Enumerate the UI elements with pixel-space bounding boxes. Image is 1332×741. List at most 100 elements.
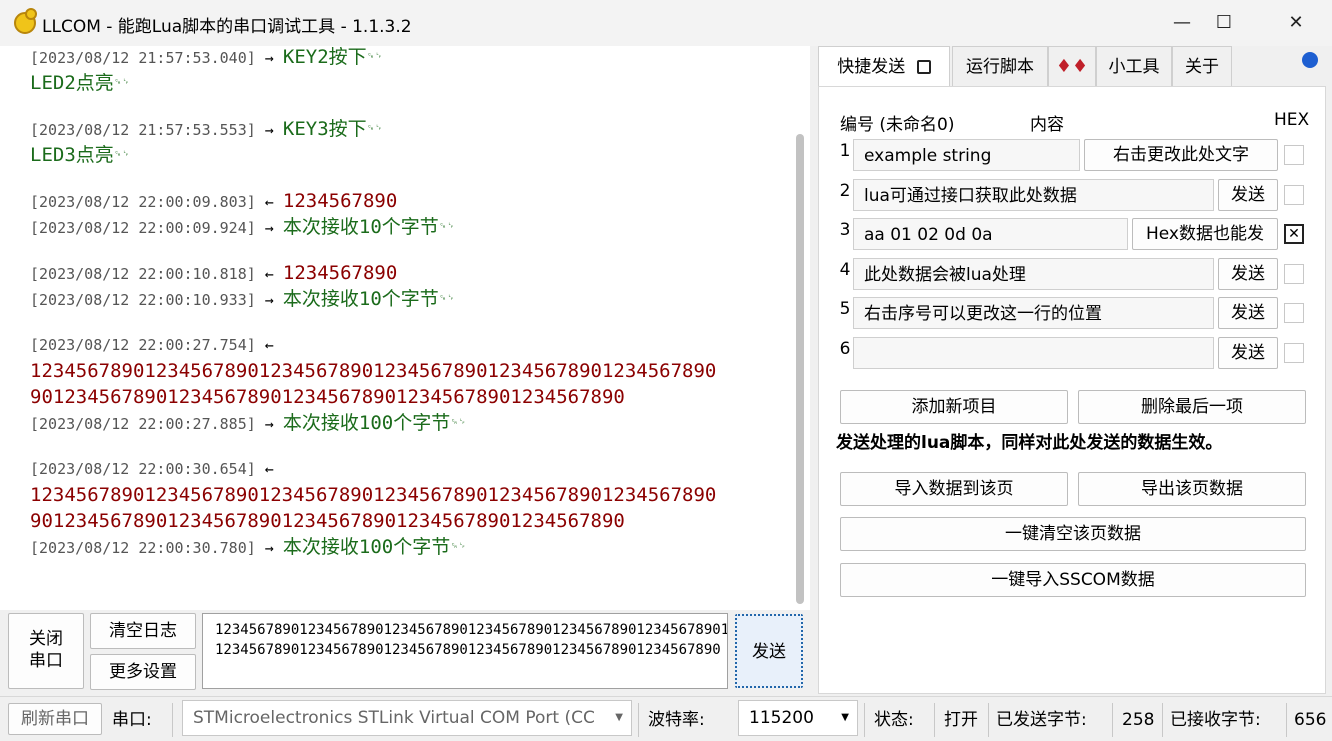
quick-send-button[interactable]: Hex数据也能发 <box>1132 218 1278 250</box>
log-message: 1234567890123456789012345678901234567890… <box>30 484 717 506</box>
log-area[interactable]: [2023/08/12 21:57:53.040] → KEY2按下␍␊ LED2… <box>0 46 810 610</box>
log-direction: ← <box>255 265 283 283</box>
hex-checkbox[interactable] <box>1284 185 1304 205</box>
hex-checkbox[interactable] <box>1284 264 1304 284</box>
quick-send-content[interactable]: 此处数据会被lua处理 <box>853 258 1214 290</box>
log-direction: ← <box>255 336 274 354</box>
log-line: [2023/08/12 22:00:30.654] ← <box>30 456 800 482</box>
row-number[interactable]: 5 <box>838 299 852 319</box>
status-bar: 刷新串口 串口: STMicroelectronics STLink Virtu… <box>0 696 1332 741</box>
close-button[interactable]: ✕ <box>1266 0 1326 46</box>
quick-send-button[interactable]: 发送 <box>1218 258 1278 290</box>
close-port-button[interactable]: 关闭 串口 <box>8 613 84 689</box>
separator <box>988 703 989 737</box>
header-id: 编号 (未命名0) <box>840 115 955 135</box>
quick-send-button[interactable]: 发送 <box>1218 179 1278 211</box>
log-line: [2023/08/12 21:57:53.040] → KEY2按下␍␊ <box>30 46 800 70</box>
crlf-icon: ␍␊ <box>366 123 383 134</box>
maximize-button[interactable]: ☐ <box>1194 0 1254 46</box>
baud-select[interactable]: 115200 ▼ <box>738 700 858 736</box>
send-input[interactable]: 1234567890123456789012345678901234567890… <box>202 613 728 689</box>
log-line: 1234567890123456789012345678901234567890… <box>30 482 800 508</box>
state-label: 状态: <box>874 710 914 730</box>
quick-send-content[interactable]: example string <box>853 139 1080 171</box>
state-value: 打开 <box>944 710 978 730</box>
log-line: 1234567890123456789012345678901234567890… <box>30 358 800 384</box>
clear-log-button[interactable]: 清空日志 <box>90 613 196 649</box>
quick-send-button[interactable]: 发送 <box>1218 337 1278 369</box>
log-direction: → <box>255 219 283 237</box>
sent-bytes-label: 已发送字节: <box>996 710 1087 730</box>
log-message: KEY2按下 <box>282 46 367 68</box>
port-select[interactable]: STMicroelectronics STLink Virtual COM Po… <box>182 700 632 736</box>
log-timestamp: [2023/08/12 22:00:27.754] <box>30 336 256 354</box>
log-message: 9012345678901234567890123456789012345678… <box>30 510 625 532</box>
log-line: [2023/08/12 22:00:30.780] → 本次接收100个字节␍␊ <box>30 534 800 560</box>
row-number[interactable]: 6 <box>838 339 852 359</box>
log-direction: ← <box>255 460 274 478</box>
lua-note: 发送处理的lua脚本，同样对此处发送的数据生效。 <box>836 433 1223 453</box>
log-timestamp: [2023/08/12 22:00:30.654] <box>30 460 256 478</box>
send-button[interactable]: 发送 <box>735 614 803 688</box>
log-message: 本次接收100个字节 <box>282 536 451 558</box>
log-scrollbar[interactable] <box>796 134 804 604</box>
separator <box>638 703 639 737</box>
import-sscom-button[interactable]: 一键导入SSCOM数据 <box>840 563 1306 597</box>
log-gap <box>30 436 800 456</box>
row-number[interactable]: 1 <box>838 141 852 161</box>
log-direction: → <box>255 49 283 67</box>
hex-checkbox[interactable]: ✕ <box>1284 224 1304 244</box>
tab-quick-send[interactable]: 快捷发送 <box>818 46 950 88</box>
port-value: STMicroelectronics STLink Virtual COM Po… <box>193 708 595 728</box>
log-line: 9012345678901234567890123456789012345678… <box>30 508 800 534</box>
sent-bytes-value: 258 <box>1122 710 1155 730</box>
tab-rubies[interactable]: ♦♦ <box>1048 46 1096 86</box>
send-input-line: 1234567890123456789012345678901234567890… <box>215 642 721 658</box>
log-line: [2023/08/12 22:00:10.933] → 本次接收10个字节␍␊ <box>30 286 800 312</box>
quick-send-content[interactable]: lua可通过接口获取此处数据 <box>853 179 1214 211</box>
log-message: 1234567890 <box>282 262 398 284</box>
recv-bytes-label: 已接收字节: <box>1170 710 1261 730</box>
quick-send-button[interactable]: 发送 <box>1218 297 1278 329</box>
row-number[interactable]: 4 <box>838 260 852 280</box>
log-line: LED2点亮␍␊ <box>30 70 800 96</box>
quick-send-content[interactable]: 右击序号可以更改这一行的位置 <box>853 297 1214 329</box>
separator <box>1112 703 1113 737</box>
log-direction: → <box>255 291 283 309</box>
hex-checkbox[interactable] <box>1284 343 1304 363</box>
quick-send-button[interactable]: 右击更改此处文字 <box>1084 139 1278 171</box>
tab-about[interactable]: 关于 <box>1172 46 1232 86</box>
row-number[interactable]: 3 <box>838 220 852 240</box>
tab-tools[interactable]: 小工具 <box>1096 46 1172 86</box>
refresh-port-button[interactable]: 刷新串口 <box>8 703 102 735</box>
hex-checkbox[interactable] <box>1284 145 1304 165</box>
quick-send-content[interactable]: aa 01 02 0d 0a <box>853 218 1128 250</box>
tab-run-script[interactable]: 运行脚本 <box>952 46 1048 86</box>
log-line: [2023/08/12 22:00:27.885] → 本次接收100个字节␍␊ <box>30 410 800 436</box>
globe-icon[interactable] <box>1302 52 1318 68</box>
separator <box>934 703 935 737</box>
more-settings-button[interactable]: 更多设置 <box>90 654 196 690</box>
port-label: 串口: <box>112 710 152 730</box>
log-timestamp: [2023/08/12 22:00:27.885] <box>30 415 256 433</box>
log-line: LED3点亮␍␊ <box>30 142 800 168</box>
crlf-icon: ␍␊ <box>450 541 467 552</box>
export-page-button[interactable]: 导出该页数据 <box>1078 472 1306 506</box>
log-direction: ← <box>255 193 283 211</box>
quick-send-content[interactable] <box>853 337 1214 369</box>
chevron-down-icon: ▼ <box>841 712 849 723</box>
delete-last-button[interactable]: 删除最后一项 <box>1078 390 1306 424</box>
log-line: [2023/08/12 22:00:27.754] ← <box>30 332 800 358</box>
separator <box>172 703 173 737</box>
row-number[interactable]: 2 <box>838 181 852 201</box>
log-direction: → <box>255 415 283 433</box>
log-timestamp: [2023/08/12 21:57:53.040] <box>30 49 256 67</box>
add-item-button[interactable]: 添加新项目 <box>840 390 1068 424</box>
hex-checkbox[interactable] <box>1284 303 1304 323</box>
clear-page-button[interactable]: 一键清空该页数据 <box>840 517 1306 551</box>
crlf-icon: ␍␊ <box>113 149 130 160</box>
log-message: 本次接收10个字节 <box>282 216 439 238</box>
log-direction: → <box>255 121 283 139</box>
header-content: 内容 <box>1030 115 1064 135</box>
import-page-button[interactable]: 导入数据到该页 <box>840 472 1068 506</box>
